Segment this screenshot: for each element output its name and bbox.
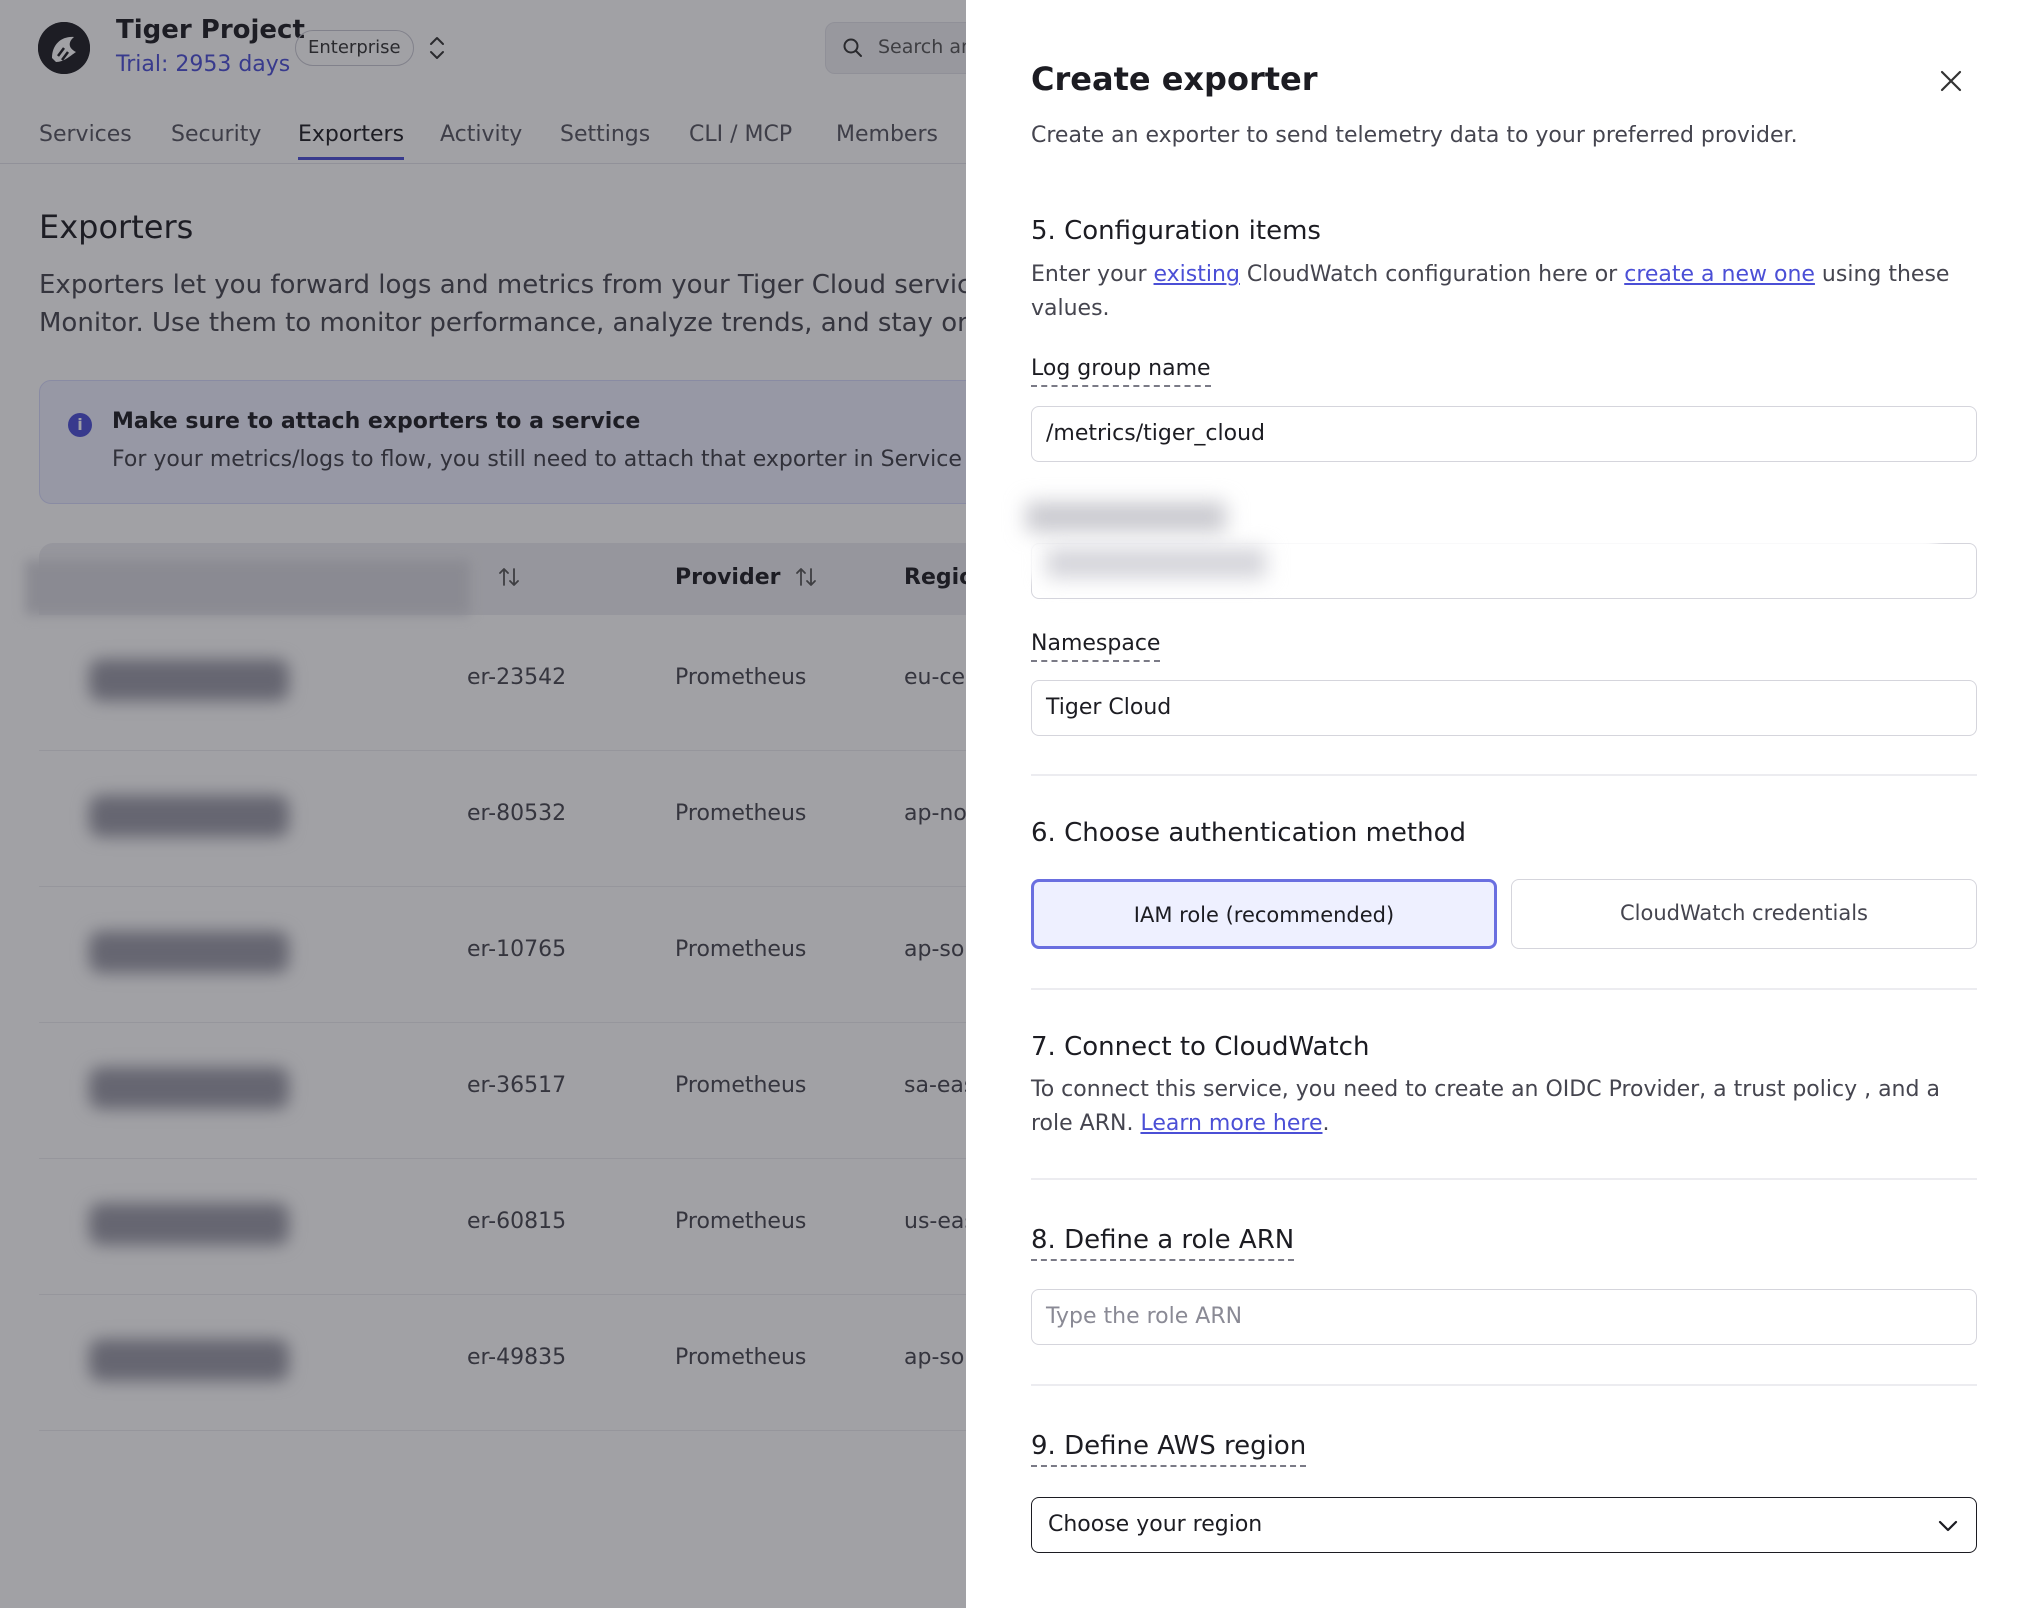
cloudwatch-credentials-option[interactable]: CloudWatch credentials xyxy=(1511,879,1977,949)
chevron-down-icon xyxy=(1938,1520,1958,1532)
section-7-title: 7. Connect to CloudWatch xyxy=(1031,1032,1370,1062)
log-group-label-text: Log group name xyxy=(1031,356,1211,387)
section-7-text-end: . xyxy=(1322,1111,1330,1136)
section-9-title-text: 9. Define AWS region xyxy=(1031,1431,1307,1467)
redacted-label xyxy=(1026,502,1226,532)
section-7-text: To connect this service, you need to cre… xyxy=(1031,1073,1971,1141)
divider xyxy=(1031,1178,1977,1180)
namespace-input[interactable]: Tiger Cloud xyxy=(1031,680,1977,736)
divider xyxy=(1031,1384,1977,1386)
section-8-title: 8. Define a role ARN xyxy=(1031,1225,1295,1261)
log-group-label: Log group name xyxy=(1031,356,1211,387)
section-8-title-text: 8. Define a role ARN xyxy=(1031,1225,1295,1261)
create-new-link[interactable]: create a new one xyxy=(1624,262,1815,287)
section-5-text-mid: CloudWatch configuration here or xyxy=(1239,262,1625,287)
log-group-input[interactable]: /metrics/tiger_cloud xyxy=(1031,406,1977,462)
section-5-text-prefix: Enter your xyxy=(1031,262,1154,287)
section-5-title: 5. Configuration items xyxy=(1031,216,1321,246)
iam-role-option[interactable]: IAM role (recommended) xyxy=(1031,879,1497,949)
section-9-title: 9. Define AWS region xyxy=(1031,1431,1307,1467)
namespace-label-text: Namespace xyxy=(1031,631,1161,662)
aws-region-select-value: Choose your region xyxy=(1048,1512,1263,1537)
drawer-title: Create exporter xyxy=(1031,60,1318,98)
section-6-title: 6. Choose authentication method xyxy=(1031,818,1467,848)
create-exporter-drawer: Create exporter Create an exporter to se… xyxy=(966,0,2022,1608)
section-5-text: Enter your existing CloudWatch configura… xyxy=(1031,258,1971,326)
role-arn-input[interactable]: Type the role ARN xyxy=(1031,1289,1977,1345)
existing-link[interactable]: existing xyxy=(1154,262,1240,287)
redacted-value xyxy=(1046,548,1266,578)
divider xyxy=(1031,774,1977,776)
learn-more-link[interactable]: Learn more here xyxy=(1140,1111,1322,1136)
close-icon[interactable] xyxy=(1938,68,1964,94)
namespace-label: Namespace xyxy=(1031,631,1161,662)
drawer-subtitle: Create an exporter to send telemetry dat… xyxy=(1031,123,1798,148)
aws-region-select[interactable]: Choose your region xyxy=(1031,1497,1977,1553)
divider xyxy=(1031,988,1977,990)
